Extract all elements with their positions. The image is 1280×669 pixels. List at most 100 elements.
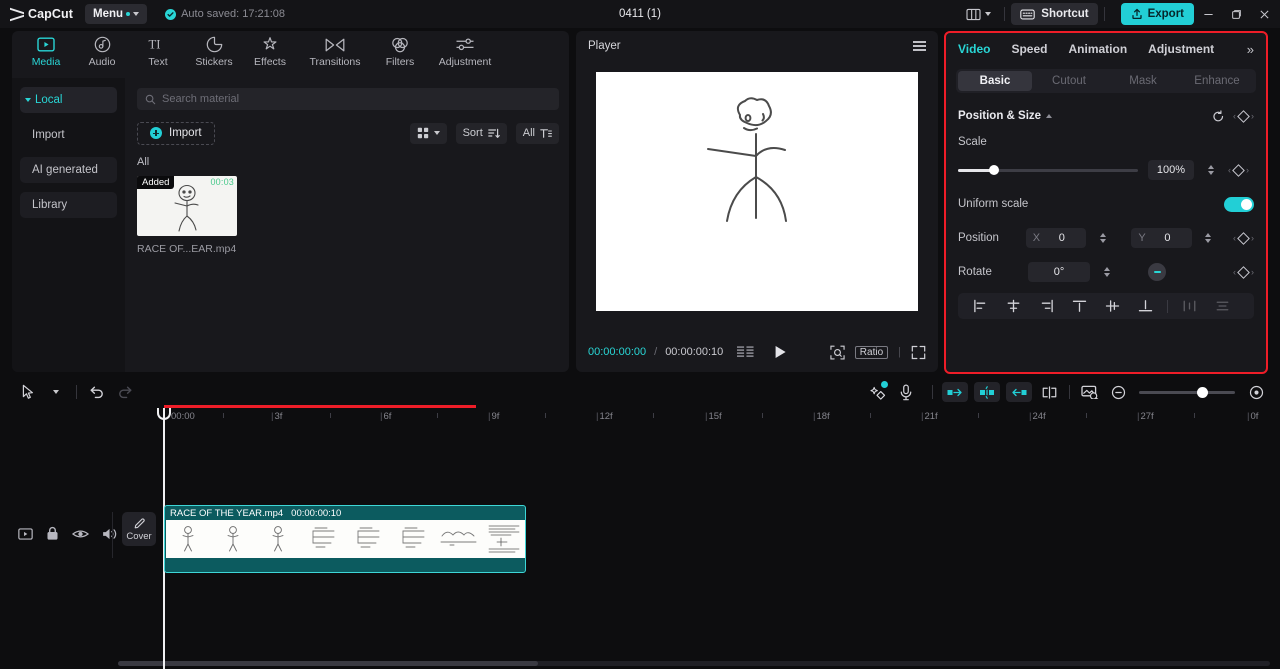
minimize-button[interactable] bbox=[1194, 0, 1222, 28]
keyframe-diamond-icon[interactable] bbox=[1237, 109, 1250, 123]
tab-adjustment[interactable]: Adjustment bbox=[1148, 42, 1214, 56]
align-center-vertical-icon[interactable] bbox=[1096, 294, 1129, 318]
chevron-up-icon[interactable] bbox=[1046, 114, 1053, 118]
segment-cutout[interactable]: Cutout bbox=[1032, 71, 1106, 91]
select-cursor-icon[interactable] bbox=[14, 378, 42, 406]
sidebar-item-library[interactable]: Library bbox=[20, 192, 117, 218]
record-voiceover-icon[interactable] bbox=[892, 378, 920, 406]
keyframe-next-icon[interactable]: › bbox=[1246, 165, 1249, 175]
distribute-horizontal-icon[interactable] bbox=[1173, 294, 1206, 318]
position-y-field[interactable]: Y 0 bbox=[1131, 228, 1192, 248]
tab-audio[interactable]: Audio bbox=[74, 31, 130, 78]
export-button[interactable]: Export bbox=[1120, 3, 1194, 25]
clip-edit-1-icon[interactable] bbox=[942, 382, 968, 402]
thumbnail-view-icon[interactable] bbox=[1076, 378, 1104, 406]
scale-slider[interactable] bbox=[958, 165, 1138, 175]
position-keyframe-control[interactable]: ‹ › bbox=[1233, 231, 1254, 245]
tab-animation[interactable]: Animation bbox=[1068, 42, 1127, 56]
tab-filters[interactable]: Filters bbox=[372, 31, 428, 78]
position-x-field[interactable]: X 0 bbox=[1025, 228, 1086, 248]
align-top-icon[interactable] bbox=[1063, 294, 1096, 318]
rotate-value-field[interactable]: 0° bbox=[1028, 262, 1090, 282]
import-button[interactable]: Import bbox=[137, 121, 215, 145]
tab-video[interactable]: Video bbox=[958, 42, 990, 56]
sidebar-item-import[interactable]: Import bbox=[20, 122, 117, 148]
zoom-slider[interactable] bbox=[1139, 386, 1235, 398]
keyframe-diamond-icon[interactable] bbox=[1237, 265, 1250, 279]
player-canvas[interactable] bbox=[596, 72, 918, 311]
shortcut-button[interactable]: Shortcut bbox=[1011, 3, 1098, 25]
timeline-ruler[interactable]: 00:00 |3f |6f |9f |12f |15f |18f |21f |2… bbox=[0, 408, 1280, 426]
keyframe-prev-icon[interactable]: ‹ bbox=[1228, 165, 1231, 175]
undo-icon[interactable] bbox=[83, 378, 111, 406]
cover-button[interactable]: Cover bbox=[122, 512, 156, 546]
menu-button[interactable]: Menu bbox=[85, 4, 148, 24]
timeline-horizontal-scrollbar[interactable] bbox=[118, 661, 1270, 666]
hamburger-icon[interactable] bbox=[913, 41, 926, 51]
align-center-horizontal-icon[interactable] bbox=[997, 294, 1030, 318]
zoom-slider-knob[interactable] bbox=[1197, 386, 1208, 398]
keyframe-diamond-icon[interactable] bbox=[1237, 231, 1250, 245]
keyframe-prev-icon[interactable]: ‹ bbox=[1233, 267, 1236, 277]
play-icon[interactable] bbox=[774, 345, 787, 359]
timeline-clip[interactable]: RACE OF THE YEAR.mp4 00:00:00:10 bbox=[164, 505, 526, 573]
keyframe-next-icon[interactable]: › bbox=[1251, 267, 1254, 277]
zoom-out-icon[interactable] bbox=[1104, 378, 1132, 406]
tab-speed[interactable]: Speed bbox=[1011, 42, 1047, 56]
rotate-stepper[interactable] bbox=[1100, 267, 1114, 277]
zoom-in-icon[interactable] bbox=[1242, 378, 1270, 406]
filter-button[interactable]: All bbox=[515, 122, 559, 144]
sort-button[interactable]: Sort bbox=[455, 122, 507, 144]
align-right-icon[interactable] bbox=[1030, 294, 1063, 318]
align-bottom-icon[interactable] bbox=[1129, 294, 1162, 318]
tab-text[interactable]: TI Text bbox=[130, 31, 186, 78]
media-thumbnail[interactable]: Added 00:03 bbox=[137, 176, 237, 236]
keyframe-diamond-icon[interactable] bbox=[1232, 163, 1245, 177]
keyframe-control[interactable]: ‹ › bbox=[1233, 109, 1254, 123]
redo-icon[interactable] bbox=[111, 378, 139, 406]
uniform-scale-toggle[interactable] bbox=[1224, 196, 1254, 212]
fullscreen-icon[interactable] bbox=[911, 345, 926, 360]
scale-keyframe-control[interactable]: ‹ › bbox=[1228, 163, 1249, 177]
tab-adjustment[interactable]: Adjustment bbox=[428, 31, 502, 78]
tab-stickers[interactable]: Stickers bbox=[186, 31, 242, 78]
keyframe-prev-icon[interactable]: ‹ bbox=[1233, 233, 1236, 243]
sidebar-item-local[interactable]: Local bbox=[20, 87, 117, 113]
lock-icon[interactable] bbox=[46, 526, 59, 541]
media-item[interactable]: Added 00:03 RACE OF...EAR.mp4 bbox=[137, 176, 237, 255]
position-x-stepper[interactable] bbox=[1096, 233, 1109, 243]
auto-effects-icon[interactable] bbox=[864, 378, 892, 406]
segment-basic[interactable]: Basic bbox=[958, 71, 1032, 91]
mute-speaker-icon[interactable] bbox=[102, 527, 118, 541]
visibility-eye-icon[interactable] bbox=[72, 528, 89, 540]
segment-mask[interactable]: Mask bbox=[1106, 71, 1180, 91]
close-button[interactable] bbox=[1250, 0, 1278, 28]
distribute-vertical-icon[interactable] bbox=[1206, 294, 1239, 318]
keyframe-next-icon[interactable]: › bbox=[1251, 233, 1254, 243]
keyframe-prev-icon[interactable]: ‹ bbox=[1233, 111, 1236, 121]
layout-button[interactable] bbox=[959, 3, 998, 25]
clip-edit-2-icon[interactable] bbox=[974, 382, 1000, 402]
maximize-button[interactable] bbox=[1222, 0, 1250, 28]
align-left-icon[interactable] bbox=[964, 294, 997, 318]
more-tabs-button[interactable]: » bbox=[1247, 42, 1254, 57]
clip-edit-3-icon[interactable] bbox=[1006, 382, 1032, 402]
view-mode-button[interactable] bbox=[409, 122, 447, 144]
keyframe-next-icon[interactable]: › bbox=[1251, 111, 1254, 121]
tab-transitions[interactable]: Transitions bbox=[298, 31, 372, 78]
scale-value-field[interactable]: 100% bbox=[1148, 160, 1194, 180]
cursor-dropdown-icon[interactable] bbox=[42, 378, 70, 406]
reset-icon[interactable] bbox=[1212, 109, 1225, 123]
scale-stepper[interactable] bbox=[1204, 165, 1218, 175]
position-y-stepper[interactable] bbox=[1202, 233, 1215, 243]
ratio-button[interactable]: Ratio bbox=[854, 345, 889, 359]
link-clips-icon[interactable] bbox=[1035, 378, 1063, 406]
sidebar-item-ai-generated[interactable]: AI generated bbox=[20, 157, 117, 183]
rotate-dial[interactable] bbox=[1148, 263, 1166, 281]
segment-enhance[interactable]: Enhance bbox=[1180, 71, 1254, 91]
search-input[interactable]: Search material bbox=[137, 88, 559, 110]
scale-slider-knob[interactable] bbox=[989, 165, 999, 175]
rotate-keyframe-control[interactable]: ‹ › bbox=[1233, 265, 1254, 279]
focus-icon[interactable] bbox=[830, 345, 845, 360]
tab-effects[interactable]: Effects bbox=[242, 31, 298, 78]
